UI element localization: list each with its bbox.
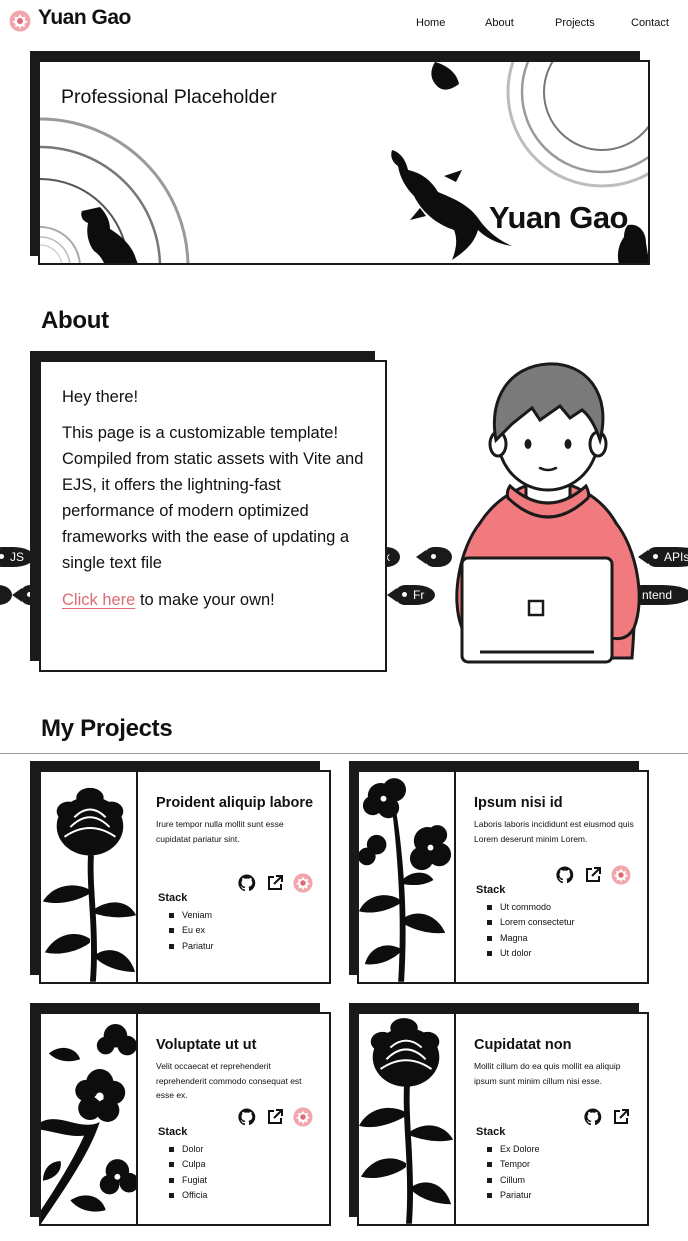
- ticker-fish: [0, 585, 12, 605]
- stack-item: Eu ex: [167, 923, 214, 938]
- project-image-peony: [41, 772, 138, 982]
- project-body: Voluptate ut ut Velit occaecat et repreh…: [156, 1034, 316, 1103]
- nav-contact[interactable]: Contact: [631, 17, 669, 29]
- stack-item: Pariatur: [485, 1188, 540, 1203]
- hero-banner: Professional Placeholder Yuan Gao: [38, 60, 650, 265]
- stack-item: Culpa: [167, 1157, 207, 1172]
- project-links: [583, 1107, 631, 1127]
- external-link-icon[interactable]: [265, 1107, 285, 1127]
- project-title[interactable]: Ipsum nisi id: [474, 792, 634, 815]
- project-card: Proident aliquip labore Irure tempor nul…: [39, 770, 331, 984]
- project-body: Ipsum nisi id Laboris laboris incididunt…: [474, 792, 634, 846]
- stack-list: Ut commodo Lorem consectetur Magna Ut do…: [485, 900, 575, 961]
- stack-item: Cillum: [485, 1173, 540, 1188]
- stack-item: Magna: [485, 931, 575, 946]
- project-desc: Velit occaecat et reprehenderit reprehen…: [156, 1061, 302, 1100]
- stack-item: Tempor: [485, 1157, 540, 1172]
- project-body: Cupidatat non Mollit cillum do ea quis m…: [474, 1034, 634, 1088]
- developer-illustration: [455, 362, 641, 664]
- stack-heading: Stack: [158, 1126, 188, 1138]
- project-card: Ipsum nisi id Laboris laboris incididunt…: [357, 770, 649, 984]
- project-desc: Laboris laboris incididunt est eiusmod q…: [474, 819, 634, 844]
- project-desc: Irure tempor nulla mollit sunt esse cupi…: [156, 819, 284, 844]
- click-here-link[interactable]: Click here: [62, 591, 135, 609]
- logo-icon[interactable]: [293, 873, 313, 893]
- cta-rest: to make your own!: [135, 591, 275, 609]
- stack-heading: Stack: [158, 892, 188, 904]
- about-card: Hey there! This page is a customizable t…: [39, 360, 387, 672]
- project-image-plum: [41, 1014, 138, 1224]
- project-links: [555, 865, 631, 885]
- logo-icon[interactable]: [9, 10, 31, 32]
- project-body: Proident aliquip labore Irure tempor nul…: [156, 792, 316, 846]
- stack-item: Dolor: [167, 1142, 207, 1157]
- projects-heading: My Projects: [41, 715, 173, 742]
- github-icon[interactable]: [583, 1107, 603, 1127]
- stack-item: Veniam: [167, 908, 214, 923]
- stack-item: Ex Dolore: [485, 1142, 540, 1157]
- top-nav: Yuan Gao Home About Projects Contact: [0, 0, 688, 44]
- project-card: Cupidatat non Mollit cillum do ea quis m…: [357, 1012, 649, 1226]
- stack-heading: Stack: [476, 884, 506, 896]
- project-image-peony: [359, 1014, 456, 1224]
- github-icon[interactable]: [555, 865, 575, 885]
- project-title[interactable]: Proident aliquip labore: [156, 792, 316, 815]
- stack-item: Fugiat: [167, 1173, 207, 1188]
- project-desc: Mollit cillum do ea quis mollit ea aliqu…: [474, 1061, 621, 1086]
- logo-icon[interactable]: [611, 865, 631, 885]
- external-link-icon[interactable]: [265, 873, 285, 893]
- stack-list: Veniam Eu ex Pariatur: [167, 908, 214, 954]
- about-greeting: Hey there!: [62, 388, 139, 406]
- stack-item: Lorem consectetur: [485, 915, 575, 930]
- about-body: This page is a customizable template! Co…: [62, 424, 364, 572]
- project-title[interactable]: Cupidatat non: [474, 1034, 634, 1057]
- external-link-icon[interactable]: [583, 865, 603, 885]
- logo-icon[interactable]: [293, 1107, 313, 1127]
- project-links: [237, 873, 313, 893]
- project-image-blossom: [359, 772, 456, 982]
- project-card: Voluptate ut ut Velit occaecat et repreh…: [39, 1012, 331, 1226]
- stack-item: Pariatur: [167, 939, 214, 954]
- project-links: [237, 1107, 313, 1127]
- github-icon[interactable]: [237, 1107, 257, 1127]
- ticker-fish: JS: [0, 547, 35, 567]
- nav-home[interactable]: Home: [416, 17, 445, 29]
- nav-about[interactable]: About: [485, 17, 514, 29]
- stack-heading: Stack: [476, 1126, 506, 1138]
- hero-name: Yuan Gao: [489, 200, 628, 235]
- ticker-fish: Fr: [387, 585, 435, 605]
- hero-title: Professional Placeholder: [61, 86, 277, 108]
- project-title[interactable]: Voluptate ut ut: [156, 1034, 316, 1057]
- external-link-icon[interactable]: [611, 1107, 631, 1127]
- github-icon[interactable]: [237, 873, 257, 893]
- stack-list: Dolor Culpa Fugiat Officia: [167, 1142, 207, 1203]
- about-heading: About: [41, 307, 109, 334]
- nav-projects[interactable]: Projects: [555, 17, 595, 29]
- stack-item: Officia: [167, 1188, 207, 1203]
- brand-name[interactable]: Yuan Gao: [38, 6, 131, 30]
- stack-item: Ut dolor: [485, 946, 575, 961]
- section-divider: [0, 753, 688, 754]
- stack-list: Ex Dolore Tempor Cillum Pariatur: [485, 1142, 540, 1203]
- about-cta: Click here to make your own!: [62, 587, 275, 613]
- stack-item: Ut commodo: [485, 900, 575, 915]
